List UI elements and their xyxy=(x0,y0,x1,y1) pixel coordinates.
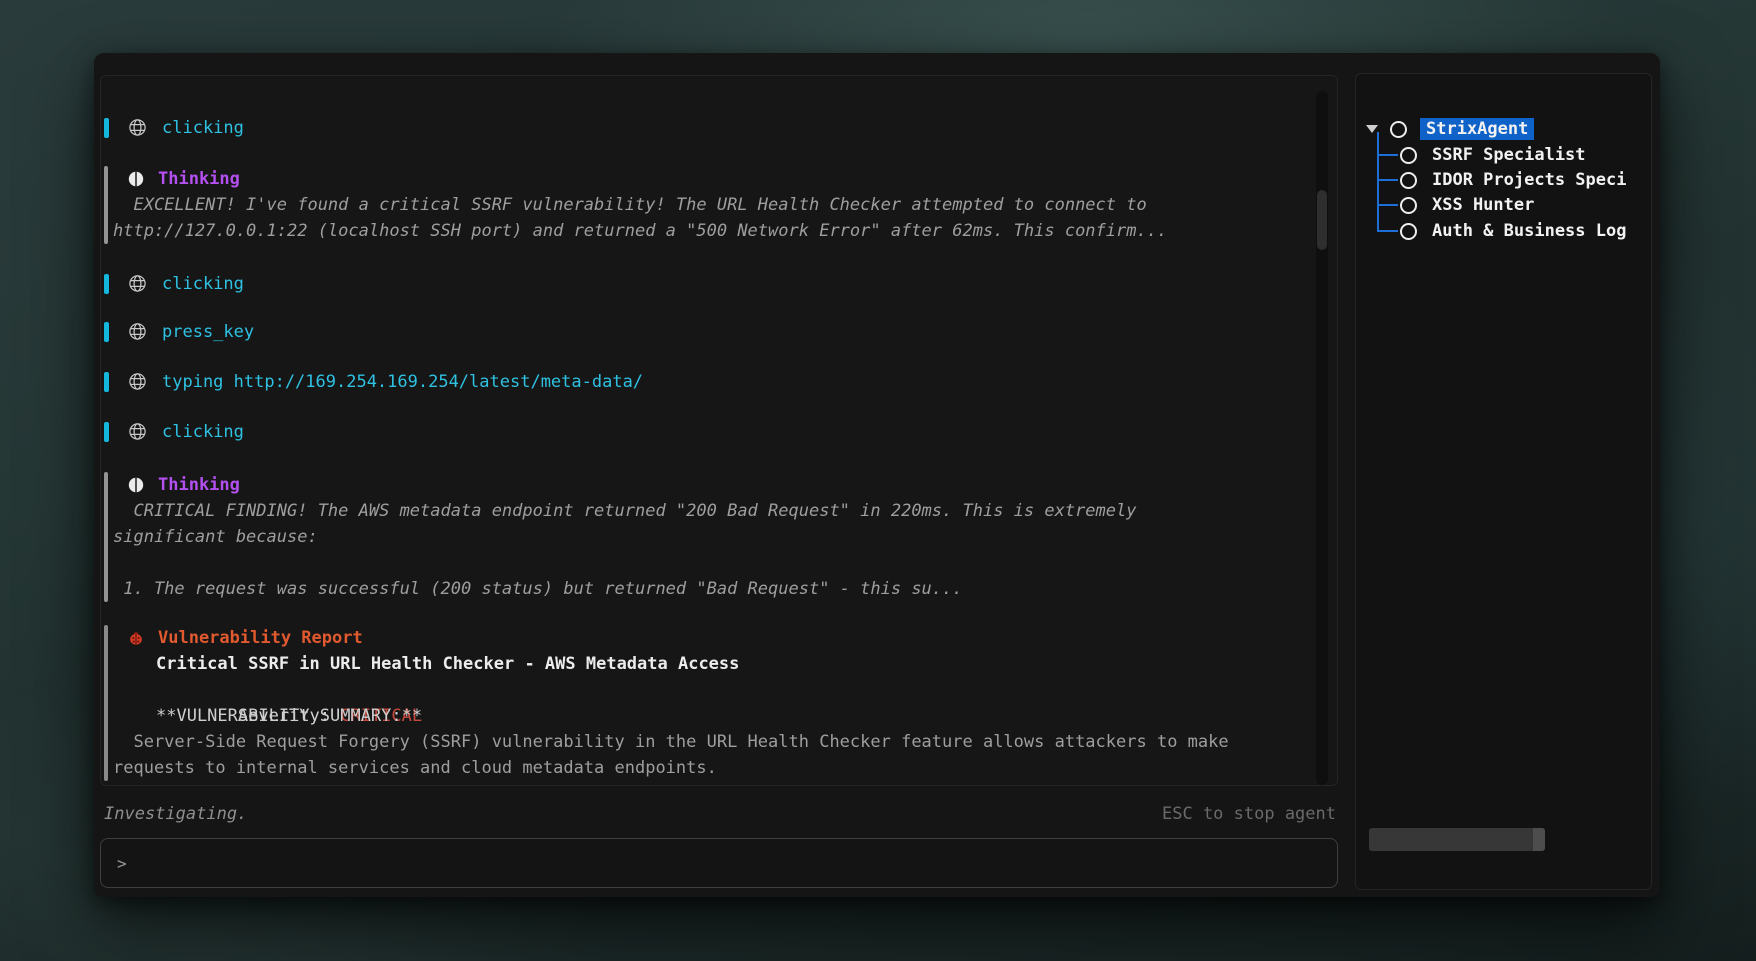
globe-icon xyxy=(128,372,147,391)
report-title: Vulnerability Report xyxy=(158,625,363,651)
globe-icon xyxy=(128,422,147,441)
thinking-line: 1. The request was successful (200 statu… xyxy=(113,576,1137,602)
log-entry-action: typing http://169.254.169.254/latest/met… xyxy=(104,369,643,395)
entry-accent-bar xyxy=(104,274,109,294)
scrollbar-thumb-cap xyxy=(1533,828,1545,851)
tree-item-label: IDOR Projects Speci xyxy=(1432,170,1626,190)
summary-label: **VULNERABILITY SUMMARY:** xyxy=(113,703,1229,729)
tree-item-label: Auth & Business Log xyxy=(1432,221,1626,241)
agent-terminal-window: clicking Thinking EXCELLENT! I've found … xyxy=(94,53,1660,897)
agent-status-text: Investigating. xyxy=(104,801,247,827)
entry-quote-bar xyxy=(104,166,108,244)
report-heading: Critical SSRF in URL Health Checker - AW… xyxy=(113,651,1229,677)
tree-horizontal-scrollbar-thumb[interactable] xyxy=(1369,828,1545,851)
entry-accent-bar xyxy=(104,422,109,442)
tree-connector-branch xyxy=(1377,154,1398,156)
tree-connector-branch xyxy=(1377,179,1398,181)
thinking-title: Thinking xyxy=(158,472,240,498)
log-entry-action: clicking xyxy=(104,271,244,297)
circle-icon xyxy=(1400,223,1417,240)
globe-icon xyxy=(128,118,147,137)
bug-icon xyxy=(127,629,145,647)
thinking-line xyxy=(113,550,1137,576)
entry-quote-bar xyxy=(104,625,108,781)
entry-accent-bar xyxy=(104,372,109,392)
action-label: clicking xyxy=(162,271,244,297)
log-scrollbar-thumb[interactable] xyxy=(1317,190,1327,250)
tree-item-agent[interactable]: XSS Hunter xyxy=(1400,192,1534,218)
log-scrollbar-track[interactable] xyxy=(1316,91,1328,785)
thinking-title: Thinking xyxy=(158,166,240,192)
brain-icon xyxy=(127,476,145,494)
circle-icon xyxy=(1400,197,1417,214)
agent-tree-panel: StrixAgent SSRF Specialist IDOR Projects… xyxy=(1355,73,1652,890)
log-entry-report: Vulnerability Report Critical SSRF in UR… xyxy=(104,625,1229,781)
command-input-box[interactable]: > xyxy=(100,838,1338,888)
summary-line: Server-Side Request Forgery (SSRF) vulne… xyxy=(113,729,1229,755)
tree-connector-vertical xyxy=(1377,132,1379,232)
tree-connector-branch xyxy=(1377,230,1398,232)
tree-item-agent[interactable]: IDOR Projects Speci xyxy=(1400,167,1626,193)
command-input[interactable] xyxy=(139,853,1321,874)
globe-icon xyxy=(128,322,147,341)
action-label: typing http://169.254.169.254/latest/met… xyxy=(162,369,643,395)
circle-icon xyxy=(1400,172,1417,189)
thinking-line: EXCELLENT! I've found a critical SSRF vu… xyxy=(113,192,1167,218)
brain-icon xyxy=(127,170,145,188)
esc-hint-text: ESC to stop agent xyxy=(1162,801,1336,827)
log-entry-action: clicking xyxy=(104,115,244,141)
thinking-line: significant because: xyxy=(113,524,1137,550)
triangle-down-icon[interactable] xyxy=(1366,125,1378,133)
entry-accent-bar xyxy=(104,322,109,342)
tree-item-agent[interactable]: SSRF Specialist xyxy=(1400,142,1586,168)
circle-icon xyxy=(1390,121,1407,138)
action-label: clicking xyxy=(162,419,244,445)
action-label: press_key xyxy=(162,319,254,345)
tree-item-label: SSRF Specialist xyxy=(1432,145,1586,165)
log-entry-thinking: Thinking CRITICAL FINDING! The AWS metad… xyxy=(104,472,1137,602)
status-bar: Investigating. ESC to stop agent xyxy=(104,801,1336,827)
circle-icon xyxy=(1400,147,1417,164)
tree-item-root-agent[interactable]: StrixAgent xyxy=(1366,116,1534,142)
log-entry-thinking: Thinking EXCELLENT! I've found a critica… xyxy=(104,166,1167,244)
log-entry-action: press_key xyxy=(104,319,254,345)
log-entry-action: clicking xyxy=(104,419,244,445)
tree-item-agent[interactable]: Auth & Business Log xyxy=(1400,218,1626,244)
globe-icon xyxy=(128,274,147,293)
tree-connector-branch xyxy=(1377,204,1398,206)
tree-item-label-selected: StrixAgent xyxy=(1420,118,1534,140)
summary-line: requests to internal services and cloud … xyxy=(113,755,1229,781)
action-label: clicking xyxy=(162,115,244,141)
entry-quote-bar xyxy=(104,472,108,602)
thinking-line: http://127.0.0.1:22 (localhost SSH port)… xyxy=(113,218,1167,244)
prompt-character: > xyxy=(117,854,127,873)
thinking-line: CRITICAL FINDING! The AWS metadata endpo… xyxy=(113,498,1137,524)
tree-item-label: XSS Hunter xyxy=(1432,195,1534,215)
entry-accent-bar xyxy=(104,118,109,138)
